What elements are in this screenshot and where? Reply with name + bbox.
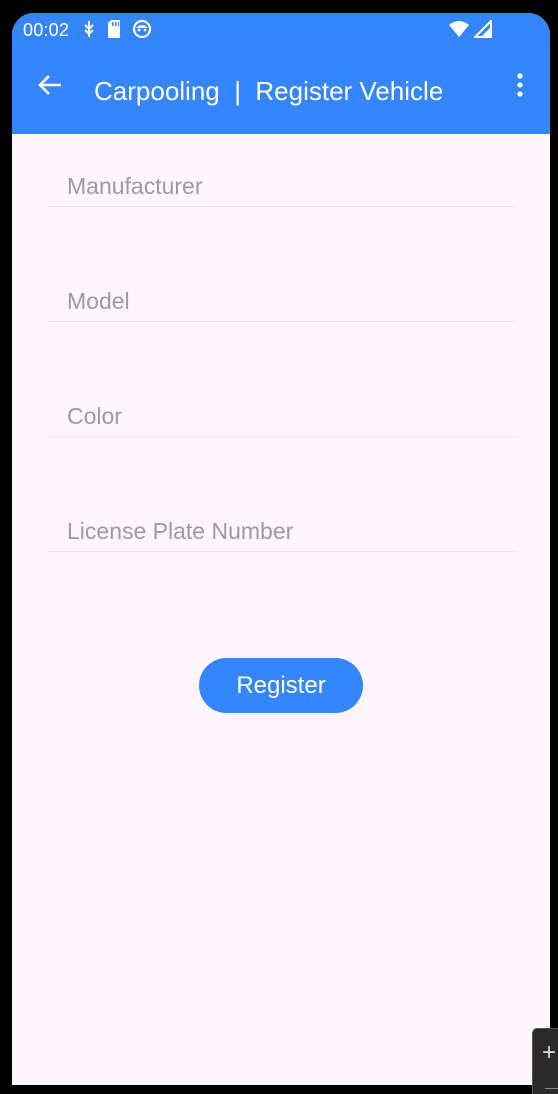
license-plate-input[interactable] (48, 512, 518, 552)
more-vert-icon (516, 72, 524, 102)
app-notification-icon (132, 19, 152, 44)
status-icons-right (448, 18, 492, 43)
model-input[interactable] (48, 282, 518, 322)
divider (545, 1088, 558, 1089)
plus-icon: + (542, 1039, 557, 1066)
wifi-icon (448, 20, 470, 43)
emulator-side-toolbar[interactable]: + (532, 1028, 558, 1094)
app-bar: Carpooling | Register Vehicle (12, 49, 550, 134)
register-vehicle-form (48, 134, 518, 594)
status-icons-left (82, 19, 152, 44)
register-button[interactable]: Register (199, 658, 363, 713)
overflow-menu-button[interactable] (508, 71, 532, 103)
license-plate-field-wrapper (48, 479, 518, 594)
page-title: Carpooling | Register Vehicle (94, 76, 444, 106)
status-time: 00:02 (23, 20, 70, 40)
arrow-back-icon (37, 72, 63, 103)
model-field-wrapper (48, 249, 518, 364)
app-screen: 00:02 Carpooling | Register Vehicle Manu… (12, 13, 550, 1085)
status-bar: 00:02 (12, 13, 550, 49)
manufacturer-field-wrapper (48, 134, 518, 249)
cellular-signal-icon (472, 18, 492, 43)
color-field-wrapper (48, 364, 518, 479)
manufacturer-input[interactable] (48, 167, 518, 207)
color-input[interactable] (48, 397, 518, 437)
back-button[interactable] (32, 69, 68, 105)
usb-debug-icon (82, 20, 96, 43)
sd-card-icon (106, 19, 122, 44)
